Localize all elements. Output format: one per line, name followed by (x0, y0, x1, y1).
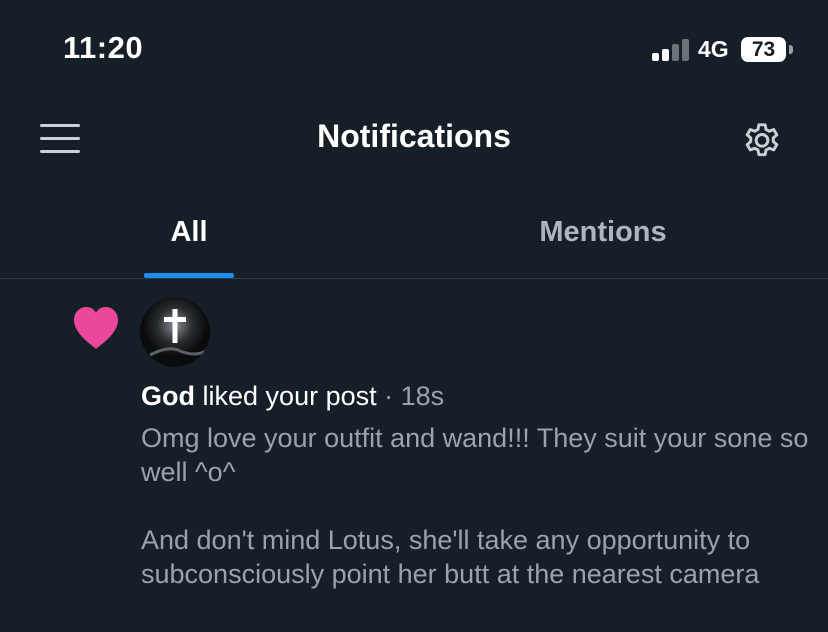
tab-mentions-label: Mentions (539, 216, 667, 248)
settings-gear-icon[interactable] (740, 118, 784, 162)
notification-separator: · (384, 381, 394, 411)
battery-cap (789, 45, 793, 54)
tab-bar: All Mentions (0, 200, 828, 278)
notification-action: liked your post (202, 381, 377, 411)
notification-time: 18s (400, 381, 445, 411)
page-title: Notifications (317, 118, 511, 154)
tab-mentions[interactable]: Mentions (378, 200, 828, 278)
battery-icon: 73 (741, 37, 786, 62)
notifications-screen: 11:20 4G 73 Notifications All Mentions G… (0, 0, 828, 632)
notification-author[interactable]: God (141, 381, 195, 411)
tab-all[interactable]: All (0, 200, 378, 278)
post-paragraph: And don't mind Lotus, she'll take any op… (141, 525, 760, 589)
tab-all-label: All (170, 216, 208, 248)
avatar-cross-icon[interactable] (140, 297, 210, 367)
network-type: 4G (698, 36, 729, 62)
notification-post-text: Omg love your outfit and wand!!! They su… (141, 421, 811, 591)
status-bar: 11:20 4G 73 (0, 0, 828, 96)
notification-headline: God liked your post · 18s (141, 381, 444, 412)
status-time: 11:20 (63, 30, 144, 65)
notification-item[interactable]: God liked your post · 18s Omg love your … (0, 279, 828, 632)
battery-level: 73 (751, 38, 776, 61)
heart-icon (74, 307, 118, 349)
cellular-signal-icon (652, 39, 689, 61)
post-paragraph: Omg love your outfit and wand!!! They su… (141, 423, 809, 487)
